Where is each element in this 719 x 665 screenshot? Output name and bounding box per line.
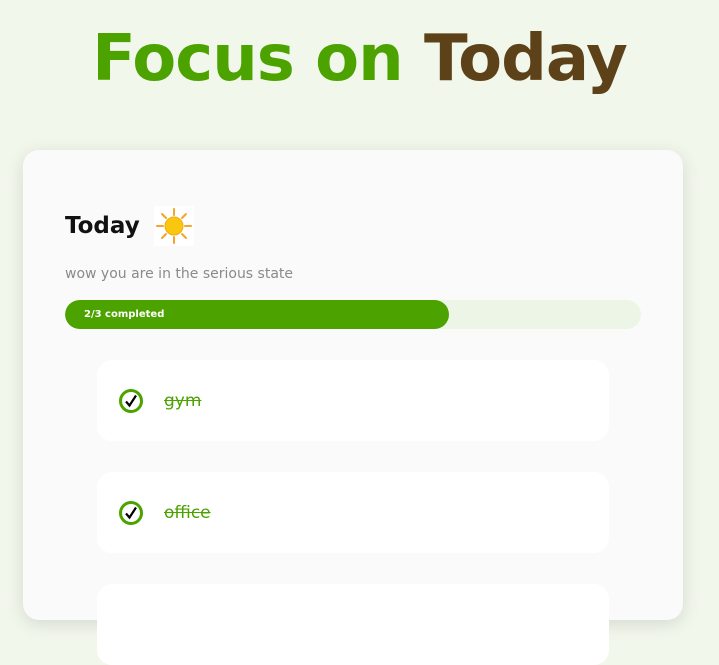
today-header: Today [65,206,194,246]
task-label: office [164,502,211,523]
checked-circle-icon[interactable] [118,388,144,414]
heading-word-today: Today [423,22,628,96]
checked-circle-icon[interactable] [118,500,144,526]
progress-bar: 2/3 completed [65,300,641,329]
task-item[interactable] [97,584,609,665]
today-title: Today [65,213,140,239]
status-message: wow you are in the serious state [65,266,294,282]
progress-label: 2/3 completed [84,309,165,320]
task-label: gym [164,390,202,411]
page-heading: Focus on Today [0,22,719,96]
today-card: Today wow you are in the serious state 2… [23,150,683,665]
sun-icon [153,206,194,246]
task-item[interactable]: office [97,472,609,553]
task-item[interactable]: gym [97,360,609,441]
heading-word-focus: Focus on [92,22,403,96]
progress-fill: 2/3 completed [65,300,449,329]
